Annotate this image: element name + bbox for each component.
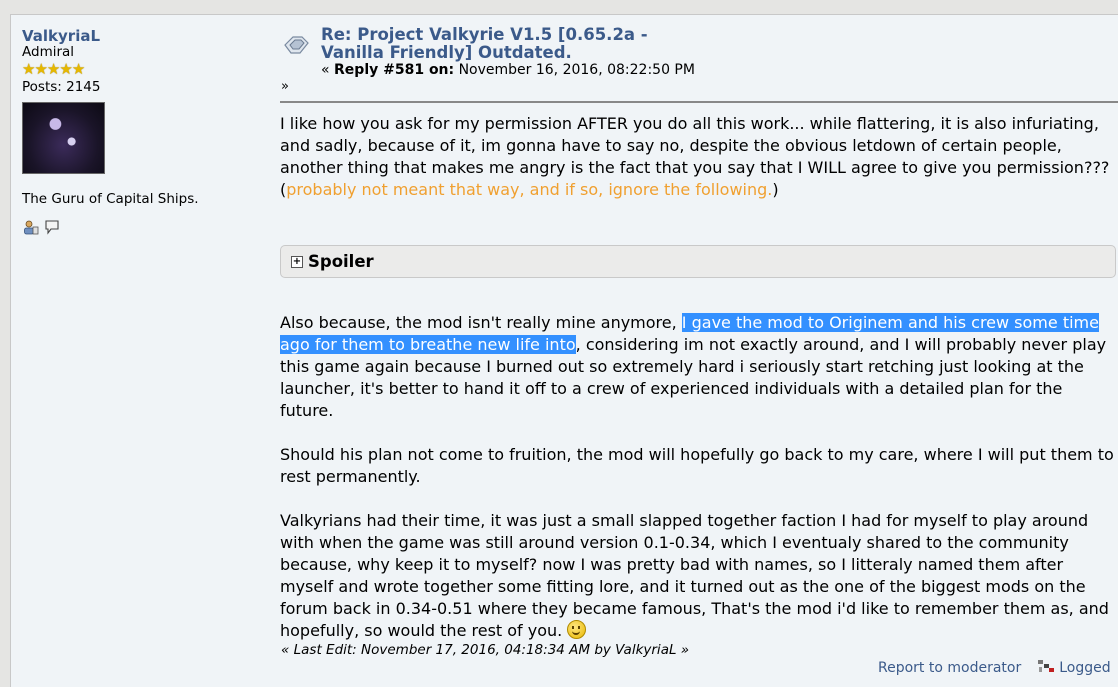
post-body-top: I like how you ask for my permission AFT… (280, 113, 1118, 201)
personal-message-icon[interactable] (43, 218, 60, 235)
star-icon: ★ (34, 60, 47, 78)
paragraph-mod-given-text: Also because, the mod isn't really mine … (280, 313, 682, 332)
reply-raquo: » (281, 79, 289, 94)
paragraph-valkyrians-text: Valkyrians had their time, it was just a… (280, 511, 1109, 640)
ip-logged-icon (1037, 658, 1055, 678)
star-icon: ★ (71, 60, 85, 78)
star-icon: ★ (46, 60, 60, 78)
orange-note: probably not meant that way, and if so, … (286, 180, 773, 199)
poster-custom-title: The Guru of Capital Ships. (22, 191, 199, 207)
star-icon: ★ (22, 60, 35, 78)
report-to-moderator-link[interactable]: Report to moderator (878, 660, 1021, 676)
profile-icon[interactable] (22, 218, 39, 235)
post-body-bottom: Also because, the mod isn't really mine … (280, 312, 1118, 664)
logged-indicator: Logged (1037, 658, 1111, 678)
spoiler-toggle[interactable]: + Spoiler (291, 252, 374, 271)
paragraph-valkyrians: Valkyrians had their time, it was just a… (280, 510, 1118, 642)
post-subject-link[interactable]: Re: Project Valkyrie V1.5 [0.65.2a - Van… (321, 26, 681, 62)
post-icon (282, 34, 310, 60)
reply-number[interactable]: Reply #581 on: (334, 62, 454, 78)
poster-info: ValkyriaL Admiral ★ ★ ★ ★ ★ Posts: 2145 … (22, 28, 262, 235)
reply-info: « Reply #581 on: November 16, 2016, 08:2… (321, 62, 695, 78)
spoiler-box[interactable]: + Spoiler (280, 245, 1116, 278)
rank-stars: ★ ★ ★ ★ ★ (22, 60, 262, 78)
smiley-icon (567, 620, 587, 639)
paragraph-mod-given: Also because, the mod isn't really mine … (280, 312, 1118, 422)
poster-rank: Admiral (22, 44, 75, 60)
poster-post-count: Posts: 2145 (22, 79, 101, 95)
star-icon: ★ (59, 60, 72, 78)
paragraph-angry-end: ) (772, 180, 779, 199)
poster-name-link[interactable]: ValkyriaL (22, 28, 262, 44)
spoiler-label[interactable]: Spoiler (308, 252, 374, 271)
poster-action-icons (22, 218, 262, 235)
post-header: Re: Project Valkyrie V1.5 [0.65.2a - Van… (280, 26, 1118, 103)
last-edit-note: « Last Edit: November 17, 2016, 04:18:34… (281, 642, 690, 658)
post: Re: Project Valkyrie V1.5 [0.65.2a - Van… (280, 26, 1118, 640)
reply-date: November 16, 2016, 08:22:50 PM (454, 62, 695, 78)
post-footer: Report to moderator Logged (878, 658, 1111, 678)
header-divider (280, 101, 1118, 103)
paragraph-plan: Should his plan not come to fruition, th… (280, 445, 1114, 486)
logged-label: Logged (1059, 660, 1111, 676)
paragraph-angry: another thing that makes me angry is the… (280, 157, 1118, 201)
reply-prefix: « (321, 62, 335, 78)
expand-plus-icon[interactable]: + (291, 255, 303, 268)
avatar (22, 102, 105, 174)
paragraph-permission: I like how you ask for my permission AFT… (280, 114, 1099, 155)
